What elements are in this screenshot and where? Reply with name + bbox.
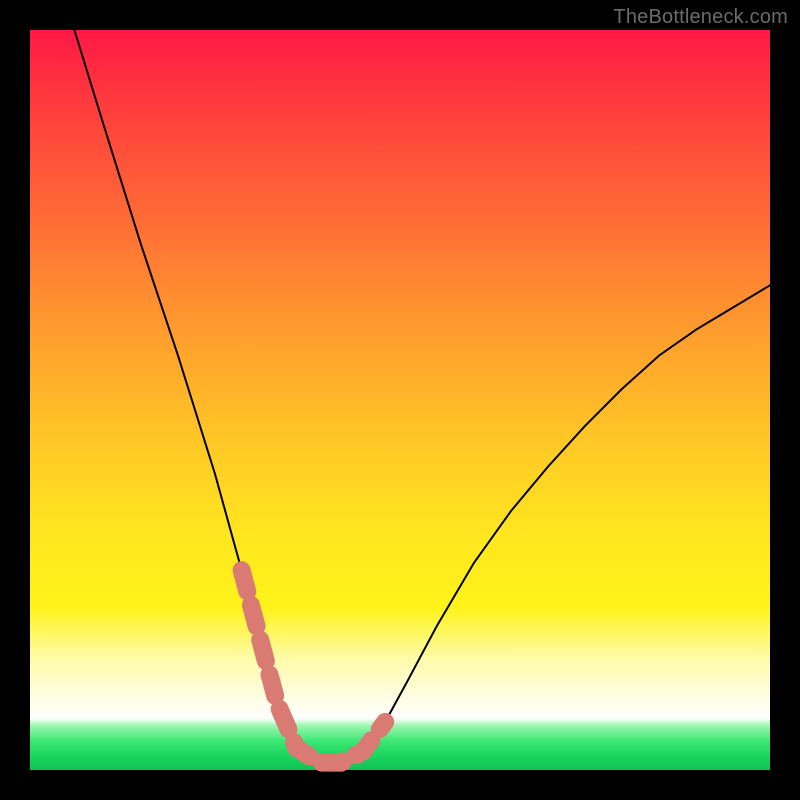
chart-svg [30, 30, 770, 770]
watermark-text: TheBottleneck.com [613, 6, 788, 29]
curve-main [74, 30, 770, 763]
chart-frame: TheBottleneck.com [0, 0, 800, 800]
trough-highlight [242, 570, 386, 762]
